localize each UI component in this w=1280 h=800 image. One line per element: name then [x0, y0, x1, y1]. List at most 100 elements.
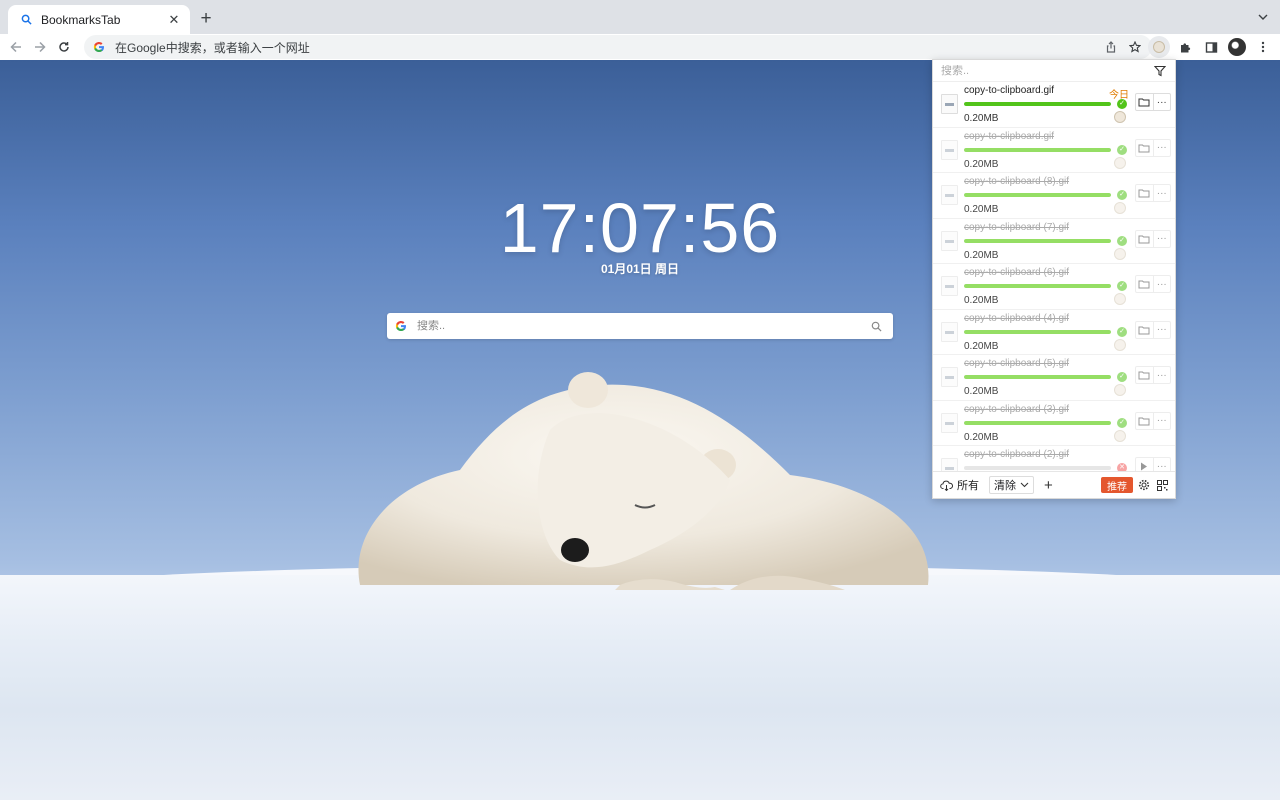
search-icon[interactable]	[869, 319, 883, 333]
download-progress-bar	[964, 466, 1111, 470]
all-filter-label[interactable]: 所有	[957, 477, 979, 493]
more-vert-icon[interactable]	[1252, 36, 1274, 58]
gear-icon[interactable]	[1137, 478, 1151, 492]
download-item[interactable]: copy-to-clipboard.gif ✓ 0.20MB ···	[933, 128, 1175, 173]
google-icon	[92, 40, 106, 54]
file-icon	[941, 185, 958, 205]
omnibox-placeholder: 在Google中搜索，或者输入一个网址	[115, 40, 310, 55]
back-button[interactable]	[4, 36, 28, 58]
folder-icon[interactable]	[1136, 185, 1153, 201]
download-extension-icon[interactable]	[1148, 36, 1170, 58]
more-horiz-icon[interactable]: ···	[1152, 321, 1171, 338]
download-progress-fill	[964, 329, 1111, 334]
check-icon: ✓	[1117, 372, 1127, 382]
recommend-button[interactable]: 推荐	[1101, 477, 1133, 493]
download-progress-fill	[964, 375, 1111, 379]
download-item[interactable]: copy-to-clipboard (3).gif ✓ 0.20MB ···	[933, 401, 1175, 446]
clear-select[interactable]: 清除	[989, 476, 1034, 494]
more-horiz-icon[interactable]: ···	[1152, 276, 1171, 292]
more-horiz-icon[interactable]: ···	[1152, 185, 1171, 201]
download-item[interactable]: copy-to-clipboard (7).gif ✓ 0.20MB ···	[933, 219, 1175, 264]
check-icon: ✓	[1117, 235, 1127, 246]
clear-select-label: 清除	[994, 480, 1016, 492]
check-icon: ✓	[1117, 326, 1127, 337]
download-filename[interactable]: copy-to-clipboard.gif	[964, 131, 1054, 142]
download-item[interactable]: copy-to-clipboard (6).gif ✓ 0.20MB ···	[933, 264, 1175, 310]
polar-bear-image	[358, 372, 929, 590]
close-icon[interactable]: ✕	[166, 12, 182, 28]
filter-icon[interactable]	[1153, 64, 1167, 78]
download-progress-fill	[964, 147, 1111, 152]
source-site-icon	[1114, 247, 1126, 260]
file-icon	[941, 367, 958, 387]
download-filename[interactable]: copy-to-clipboard (6).gif	[964, 267, 1069, 278]
share-icon[interactable]	[1102, 38, 1120, 56]
download-progress-bar	[964, 420, 1111, 425]
source-site-icon	[1114, 156, 1126, 169]
download-size: 0.20MB	[964, 204, 999, 215]
download-filename[interactable]: copy-to-clipboard (8).gif	[964, 176, 1069, 187]
more-horiz-icon[interactable]: ···	[1152, 412, 1171, 429]
check-icon: ✓	[1117, 190, 1127, 200]
check-icon: ✓	[1117, 417, 1127, 428]
download-filename[interactable]: copy-to-clipboard (7).gif	[964, 222, 1069, 233]
download-progress-fill	[964, 193, 1111, 197]
check-icon: ✓	[1117, 281, 1127, 291]
qr-code-icon[interactable]	[1155, 478, 1169, 492]
file-icon	[941, 139, 958, 160]
more-horiz-icon[interactable]: ···	[1152, 94, 1171, 110]
download-item[interactable]: copy-to-clipboard (4).gif ✓ 0.20MB ···	[933, 310, 1175, 355]
download-item[interactable]: copy-to-clipboard (8).gif ✓ 0.20MB ···	[933, 173, 1175, 219]
download-size: 0.20MB	[964, 113, 999, 124]
download-manager-popup: copy-to-clipboard.gif 今日 ✓ 0.20MB ··· co…	[932, 59, 1176, 499]
address-bar[interactable]: 在Google中搜索，或者输入一个网址	[84, 35, 1152, 59]
puzzle-icon[interactable]	[1174, 36, 1196, 58]
chevron-down-icon[interactable]	[1256, 10, 1270, 24]
download-filename[interactable]: copy-to-clipboard (4).gif	[964, 313, 1069, 324]
download-filename[interactable]: copy-to-clipboard.gif	[964, 85, 1054, 96]
search-icon	[18, 12, 34, 28]
download-item[interactable]: copy-to-clipboard (2).gif ✕ ···	[933, 446, 1175, 472]
download-filename[interactable]: copy-to-clipboard (2).gif	[964, 449, 1069, 460]
folder-icon[interactable]	[1136, 140, 1153, 156]
folder-icon[interactable]	[1136, 367, 1153, 383]
more-horiz-icon[interactable]: ···	[1152, 139, 1171, 156]
folder-icon[interactable]	[1136, 231, 1153, 247]
more-horiz-icon[interactable]: ···	[1152, 367, 1171, 383]
download-progress-bar	[964, 147, 1111, 152]
page-search-bar[interactable]	[387, 313, 893, 339]
cloud-download-icon[interactable]	[939, 478, 953, 492]
forward-button[interactable]	[28, 36, 52, 58]
download-item[interactable]: copy-to-clipboard.gif 今日 ✓ 0.20MB ···	[933, 82, 1175, 128]
folder-icon[interactable]	[1136, 322, 1153, 338]
source-site-icon	[1114, 429, 1126, 442]
download-footer: 所有 清除 + 推荐	[933, 471, 1175, 498]
new-tab-button[interactable]: +	[196, 8, 216, 28]
reload-button[interactable]	[52, 36, 76, 58]
file-icon	[941, 412, 958, 433]
more-horiz-icon[interactable]: ···	[1152, 458, 1171, 472]
download-size: 0.20MB	[964, 386, 999, 397]
side-panel-icon[interactable]	[1200, 36, 1222, 58]
page-search-input[interactable]	[417, 320, 869, 332]
download-size: 0.20MB	[964, 158, 999, 170]
download-filename[interactable]: copy-to-clipboard (3).gif	[964, 404, 1069, 415]
folder-icon[interactable]	[1136, 94, 1153, 110]
folder-icon[interactable]	[1136, 276, 1153, 292]
add-icon[interactable]: +	[1044, 477, 1053, 494]
download-size: 0.20MB	[964, 431, 999, 443]
more-horiz-icon[interactable]: ···	[1152, 230, 1171, 247]
chevron-down-icon	[1020, 482, 1029, 488]
play-icon[interactable]	[1136, 458, 1153, 472]
download-filename[interactable]: copy-to-clipboard (5).gif	[964, 358, 1069, 369]
download-search-input[interactable]	[941, 64, 1153, 77]
browser-tab[interactable]: BookmarksTab ✕	[8, 5, 190, 34]
download-progress-bar	[964, 102, 1111, 106]
download-item[interactable]: copy-to-clipboard (5).gif ✓ 0.20MB ···	[933, 355, 1175, 401]
file-icon	[941, 321, 958, 342]
download-progress-fill	[964, 420, 1111, 425]
folder-icon[interactable]	[1136, 413, 1153, 429]
star-icon[interactable]	[1126, 38, 1144, 56]
snow-ground	[0, 575, 1280, 800]
avatar[interactable]	[1226, 36, 1248, 58]
